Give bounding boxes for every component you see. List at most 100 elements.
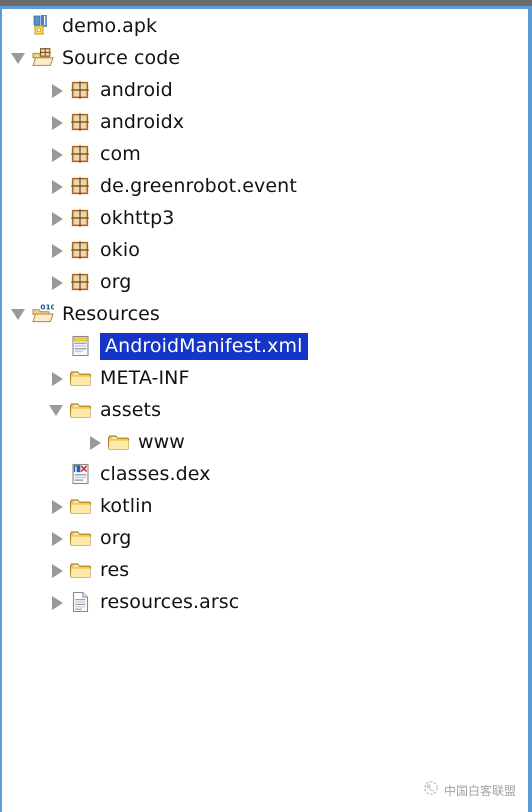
tree-row[interactable]: org xyxy=(2,522,528,554)
chevron-right-icon[interactable] xyxy=(46,362,70,394)
tree-row[interactable]: kotlin xyxy=(2,490,528,522)
tree-row[interactable]: androidx xyxy=(2,106,528,138)
tree-row[interactable]: demo.apk xyxy=(2,10,528,42)
chevron-down-icon[interactable] xyxy=(8,42,32,74)
tree-row-label: www xyxy=(138,431,185,453)
chevron-right-icon[interactable] xyxy=(46,74,70,106)
tree-row-indent xyxy=(2,570,46,571)
tree-row-indent xyxy=(2,442,84,443)
tree-row[interactable]: res xyxy=(2,554,528,586)
tree-row-label: okio xyxy=(100,239,140,261)
tree-row[interactable]: okio xyxy=(2,234,528,266)
svg-text:J: J xyxy=(74,465,78,473)
package-icon xyxy=(70,271,92,293)
tree-row-label: AndroidManifest.xml xyxy=(100,332,308,360)
tree-row[interactable]: www xyxy=(2,426,528,458)
tree-row-indent xyxy=(2,474,46,475)
tree-row-label: de.greenrobot.event xyxy=(100,175,297,197)
tree-row-label: org xyxy=(100,271,132,293)
tree-row[interactable]: de.greenrobot.event xyxy=(2,170,528,202)
tree-row-label: Resources xyxy=(62,303,160,325)
window-accent-top-border xyxy=(0,6,532,9)
tree-row-label: classes.dex xyxy=(100,463,211,485)
package-icon xyxy=(70,143,92,165)
tree-row[interactable]: assets xyxy=(2,394,528,426)
tree-row-label: org xyxy=(100,527,132,549)
tree-row-label: Source code xyxy=(62,47,181,69)
folder-icon xyxy=(70,495,92,517)
tree-row-label: kotlin xyxy=(100,495,153,517)
tree-row-indent xyxy=(2,186,46,187)
package-icon xyxy=(70,111,92,133)
package-icon xyxy=(70,207,92,229)
tree-row[interactable]: com xyxy=(2,138,528,170)
chevron-right-icon[interactable] xyxy=(84,426,108,458)
tree-row[interactable]: resources.arsc xyxy=(2,586,528,618)
tree-row-indent xyxy=(2,122,46,123)
tree-row-indent xyxy=(2,250,46,251)
window-accent-right-border xyxy=(528,6,532,812)
chevron-right-icon[interactable] xyxy=(46,586,70,618)
chevron-right-icon[interactable] xyxy=(46,170,70,202)
tree-row-label: res xyxy=(100,559,130,581)
tree-row-indent xyxy=(2,346,46,347)
watermark-text: 中国白客联盟 xyxy=(443,783,516,798)
tree-row-label: META-INF xyxy=(100,367,190,389)
package-folder-open-icon xyxy=(32,47,54,69)
document-file-icon xyxy=(70,591,92,613)
chevron-right-icon[interactable] xyxy=(46,522,70,554)
tree-row[interactable]: okhttp3 xyxy=(2,202,528,234)
tree-row-indent xyxy=(2,282,46,283)
svg-text:010: 010 xyxy=(40,303,54,312)
tree-row[interactable]: Source code xyxy=(2,42,528,74)
tree-row-label: assets xyxy=(100,399,162,421)
tree-row-indent xyxy=(2,218,46,219)
package-icon xyxy=(70,79,92,101)
folder-icon xyxy=(70,367,92,389)
chevron-right-icon[interactable] xyxy=(46,554,70,586)
folder-icon xyxy=(70,559,92,581)
chevron-right-icon[interactable] xyxy=(46,138,70,170)
tree-row-indent xyxy=(2,154,46,155)
tree-row[interactable]: 010 Resources xyxy=(2,298,528,330)
folder-icon xyxy=(70,527,92,549)
tree-row-label: okhttp3 xyxy=(100,207,175,229)
folder-icon xyxy=(70,399,92,421)
package-icon xyxy=(70,239,92,261)
apk-file-icon xyxy=(32,15,54,37)
apk-file-tree[interactable]: demo.apk Source code android androidx com de.… xyxy=(2,10,528,808)
tree-row-indent xyxy=(2,506,46,507)
chevron-down-icon[interactable] xyxy=(46,394,70,426)
apk-tree-window: demo.apk Source code android androidx com de.… xyxy=(0,0,532,812)
tree-row-indent xyxy=(2,602,46,603)
chevron-down-icon[interactable] xyxy=(8,298,32,330)
chevron-right-icon[interactable] xyxy=(46,202,70,234)
xml-file-icon xyxy=(70,335,92,357)
tree-row-indent xyxy=(2,90,46,91)
binary-folder-open-icon: 010 xyxy=(32,303,54,325)
tree-row-label: resources.arsc xyxy=(100,591,240,613)
package-icon xyxy=(70,175,92,197)
tree-row-label: demo.apk xyxy=(62,15,158,37)
tree-row[interactable]: Jclasses.dex xyxy=(2,458,528,490)
tree-row-indent xyxy=(2,378,46,379)
watermark: 中国白客联盟 xyxy=(423,780,516,800)
chevron-right-icon[interactable] xyxy=(46,490,70,522)
tree-row-indent xyxy=(2,538,46,539)
dex-file-icon: J xyxy=(70,463,92,485)
circular-logo-icon xyxy=(423,780,439,800)
tree-row-label: com xyxy=(100,143,141,165)
chevron-right-icon[interactable] xyxy=(46,106,70,138)
chevron-right-icon[interactable] xyxy=(46,234,70,266)
folder-icon xyxy=(108,431,130,453)
tree-row[interactable]: AndroidManifest.xml xyxy=(2,330,528,362)
tree-row[interactable]: android xyxy=(2,74,528,106)
tree-row-indent xyxy=(2,410,46,411)
tree-row-label: androidx xyxy=(100,111,185,133)
chevron-right-icon[interactable] xyxy=(46,266,70,298)
tree-row[interactable]: org xyxy=(2,266,528,298)
tree-row[interactable]: META-INF xyxy=(2,362,528,394)
